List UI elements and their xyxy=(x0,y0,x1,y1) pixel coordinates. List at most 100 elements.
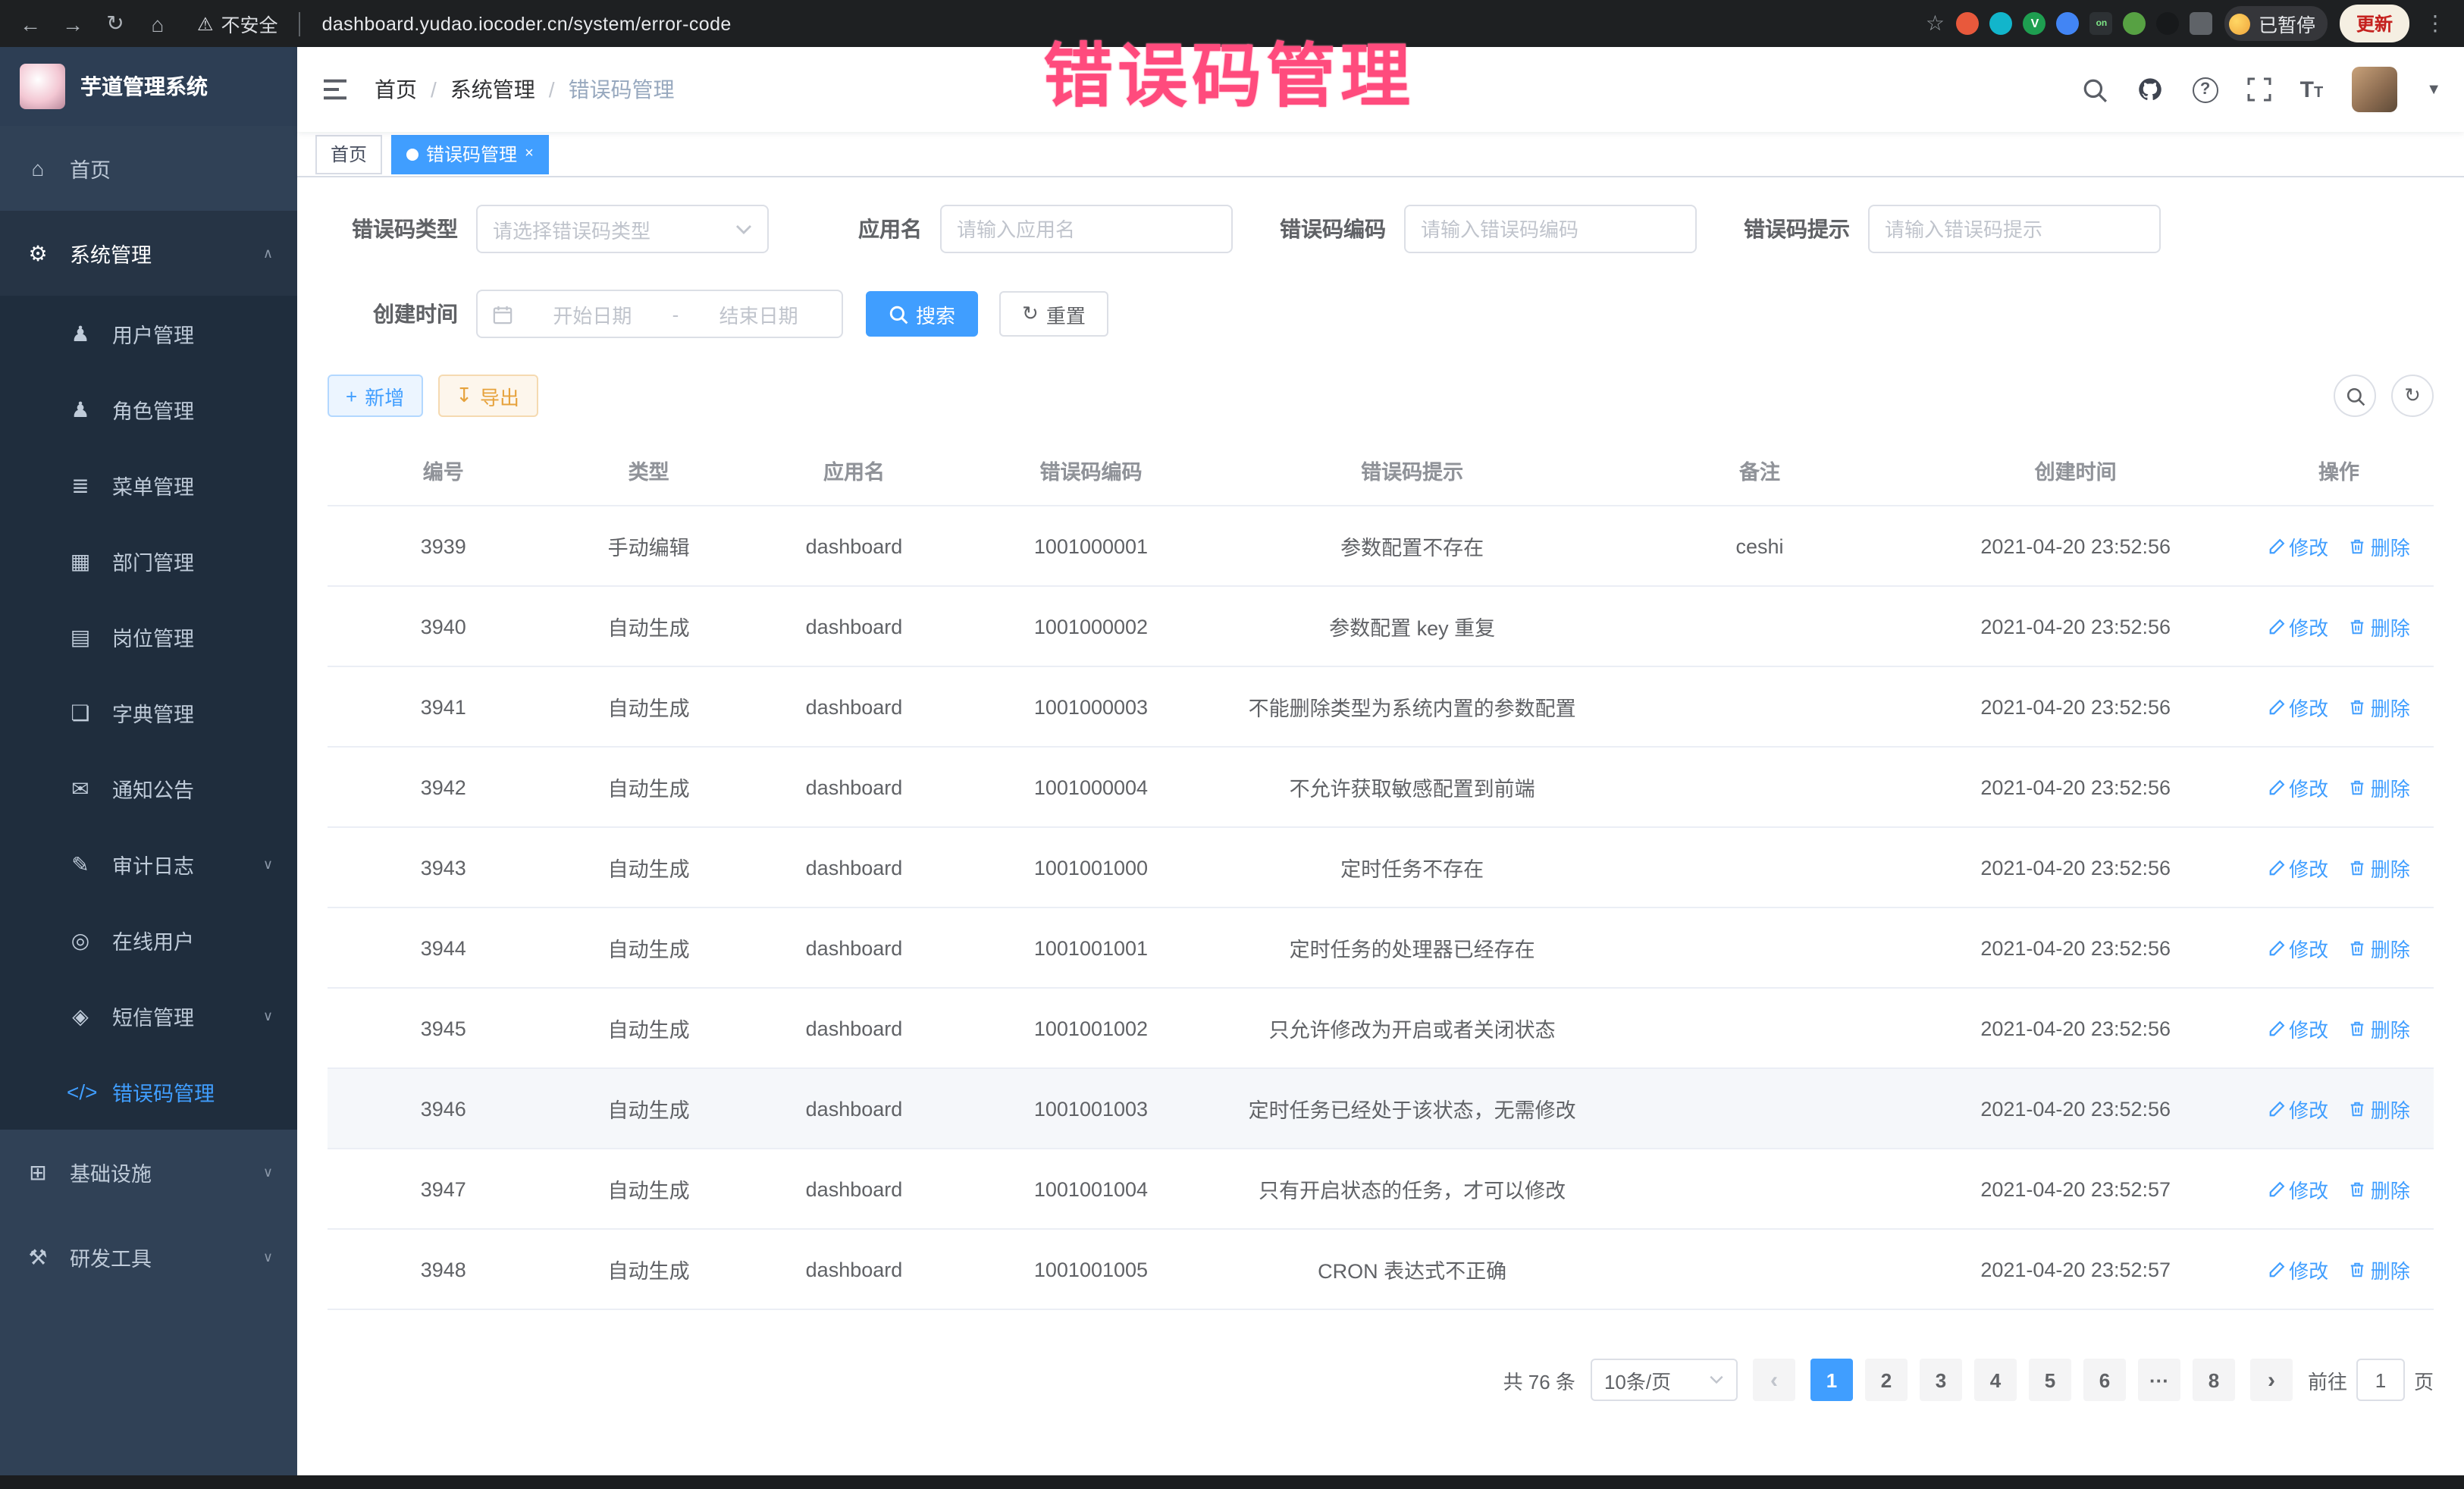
sidebar-item[interactable]: ⊞ 基础设施 ∨ xyxy=(0,1130,297,1215)
sidebar-item[interactable]: ▦ 部门管理 xyxy=(0,523,297,599)
page-size-select[interactable]: 10条/页 xyxy=(1591,1359,1738,1401)
browser-menu-icon[interactable]: ⋮ xyxy=(2422,11,2449,36)
sidebar-item[interactable]: ◎ 在线用户 xyxy=(0,902,297,978)
page-button[interactable]: 5 xyxy=(2029,1359,2071,1401)
github-icon[interactable] xyxy=(2136,76,2164,103)
next-page-button[interactable]: › xyxy=(2250,1359,2293,1401)
delete-link[interactable]: 删除 xyxy=(2350,773,2410,801)
page-button[interactable]: 8 xyxy=(2193,1359,2235,1401)
fullscreen-icon[interactable] xyxy=(2247,77,2271,102)
hamburger-icon[interactable] xyxy=(320,74,350,105)
edit-link[interactable]: 修改 xyxy=(2268,933,2328,962)
sidebar-item[interactable]: ⚙ 系统管理 ∧ xyxy=(0,211,297,296)
search-button[interactable]: 搜索 xyxy=(866,291,978,337)
browser-update-button[interactable]: 更新 xyxy=(2340,5,2409,42)
cell-message: 不允许获取敏感配置到前端 xyxy=(1212,747,1613,827)
user-avatar[interactable] xyxy=(2352,67,2397,112)
sidebar-item[interactable]: ♟ 用户管理 xyxy=(0,296,297,371)
edit-link[interactable]: 修改 xyxy=(2268,531,2328,560)
edit-link[interactable]: 修改 xyxy=(2268,853,2328,882)
delete-link[interactable]: 删除 xyxy=(2350,933,2410,962)
security-indicator[interactable]: ⚠ 不安全 xyxy=(197,9,278,38)
edit-link[interactable]: 修改 xyxy=(2268,612,2328,641)
breadcrumb-item[interactable]: 首页 xyxy=(375,74,417,105)
cell-time: 2021-04-20 23:52:56 xyxy=(1907,908,2243,988)
github-extension-icon[interactable] xyxy=(2157,12,2180,35)
page-button[interactable]: 4 xyxy=(1974,1359,2017,1401)
page-button[interactable]: 1 xyxy=(1810,1359,1853,1401)
extension-icon[interactable] xyxy=(2124,12,2146,35)
edit-link[interactable]: 修改 xyxy=(2268,1174,2328,1203)
page-tab[interactable]: 首页 xyxy=(315,134,382,174)
caret-down-icon[interactable]: ▼ xyxy=(2426,81,2441,98)
breadcrumb-item[interactable]: 系统管理 xyxy=(450,74,535,105)
profile-paused-badge[interactable]: 已暂停 xyxy=(2225,6,2328,41)
error-code-input[interactable] xyxy=(1421,218,1680,240)
home-icon[interactable]: ⌂ xyxy=(143,11,173,36)
page-button[interactable]: 2 xyxy=(1865,1359,1908,1401)
sidebar-item[interactable]: ✉ 通知公告 xyxy=(0,751,297,826)
forward-icon[interactable]: → xyxy=(58,11,88,36)
sidebar-item[interactable]: </> 错误码管理 xyxy=(0,1054,297,1130)
extension-icon[interactable] xyxy=(1990,12,2013,35)
delete-link[interactable]: 删除 xyxy=(2350,1094,2410,1123)
error-type-select[interactable]: 请选择错误码类型 xyxy=(476,205,769,253)
edit-link[interactable]: 修改 xyxy=(2268,692,2328,721)
extension-icon[interactable] xyxy=(1957,12,1980,35)
breadcrumb-item[interactable]: 错误码管理 xyxy=(569,74,675,105)
sidebar-item[interactable]: ▤ 岗位管理 xyxy=(0,599,297,675)
app-logo[interactable]: 芋道管理系统 xyxy=(0,47,297,126)
edit-link[interactable]: 修改 xyxy=(2268,1255,2328,1284)
page-button[interactable]: 3 xyxy=(1920,1359,1962,1401)
sidebar-item[interactable]: ❏ 字典管理 xyxy=(0,675,297,751)
extension-icon[interactable]: on xyxy=(2090,12,2113,35)
address-bar[interactable]: dashboard.yudao.iocoder.cn/system/error-… xyxy=(322,13,1914,34)
add-button[interactable]: + 新增 xyxy=(328,375,422,417)
table-row: 3946 自动生成 dashboard 1001001003 定时任务已经处于该… xyxy=(328,1068,2434,1149)
sidebar-item[interactable]: ⚒ 研发工具 ∨ xyxy=(0,1215,297,1299)
extension-icon[interactable]: V xyxy=(2024,12,2046,35)
cell-id: 3946 xyxy=(328,1068,560,1149)
edit-link[interactable]: 修改 xyxy=(2268,773,2328,801)
cell-type: 自动生成 xyxy=(560,1229,738,1309)
page-button[interactable]: ··· xyxy=(2138,1359,2180,1401)
export-button[interactable]: ↧ 导出 xyxy=(437,375,538,417)
reload-icon[interactable]: ↻ xyxy=(100,11,130,36)
sidebar-item[interactable]: ✎ 审计日志 ∨ xyxy=(0,826,297,902)
prev-page-button[interactable]: ‹ xyxy=(1753,1359,1795,1401)
cell-time: 2021-04-20 23:52:57 xyxy=(1907,1149,2243,1229)
back-icon[interactable]: ← xyxy=(15,11,45,36)
delete-link[interactable]: 删除 xyxy=(2350,692,2410,721)
sidebar-item[interactable]: ◈ 短信管理 ∨ xyxy=(0,978,297,1054)
page-tab[interactable]: 错误码管理 × xyxy=(391,134,549,174)
toggle-search-button[interactable] xyxy=(2334,375,2376,417)
goto-page-input[interactable] xyxy=(2356,1359,2405,1401)
bookmark-star-icon[interactable]: ☆ xyxy=(1926,11,1945,36)
sidebar-item[interactable]: ♟ 角色管理 xyxy=(0,371,297,447)
error-hint-input[interactable] xyxy=(1885,218,2144,240)
app-name-input[interactable] xyxy=(957,218,1216,240)
sidebar-item[interactable]: ≣ 菜单管理 xyxy=(0,447,297,523)
delete-link[interactable]: 删除 xyxy=(2350,612,2410,641)
tab-close-icon[interactable]: × xyxy=(525,146,534,161)
search-icon[interactable] xyxy=(2082,77,2108,102)
delete-link[interactable]: 删除 xyxy=(2350,1014,2410,1042)
font-size-icon[interactable]: TT xyxy=(2300,77,2324,102)
cell-actions: 修改 删除 xyxy=(2244,827,2434,908)
extension-icon[interactable] xyxy=(2057,12,2080,35)
edit-link[interactable]: 修改 xyxy=(2268,1014,2328,1042)
delete-link[interactable]: 删除 xyxy=(2350,1174,2410,1203)
puzzle-extensions-icon[interactable] xyxy=(2190,12,2213,35)
edit-link[interactable]: 修改 xyxy=(2268,1094,2328,1123)
cell-time: 2021-04-20 23:52:56 xyxy=(1907,1068,2243,1149)
delete-link[interactable]: 删除 xyxy=(2350,531,2410,560)
refresh-table-button[interactable]: ↻ xyxy=(2391,375,2434,417)
help-icon[interactable]: ? xyxy=(2193,77,2218,102)
cell-app: dashboard xyxy=(738,1068,970,1149)
delete-link[interactable]: 删除 xyxy=(2350,853,2410,882)
sidebar-item[interactable]: ⌂ 首页 xyxy=(0,126,297,211)
page-button[interactable]: 6 xyxy=(2083,1359,2126,1401)
delete-link[interactable]: 删除 xyxy=(2350,1255,2410,1284)
reset-button[interactable]: ↻ 重置 xyxy=(999,291,1108,337)
date-range-picker[interactable]: 开始日期 - 结束日期 xyxy=(476,290,843,338)
